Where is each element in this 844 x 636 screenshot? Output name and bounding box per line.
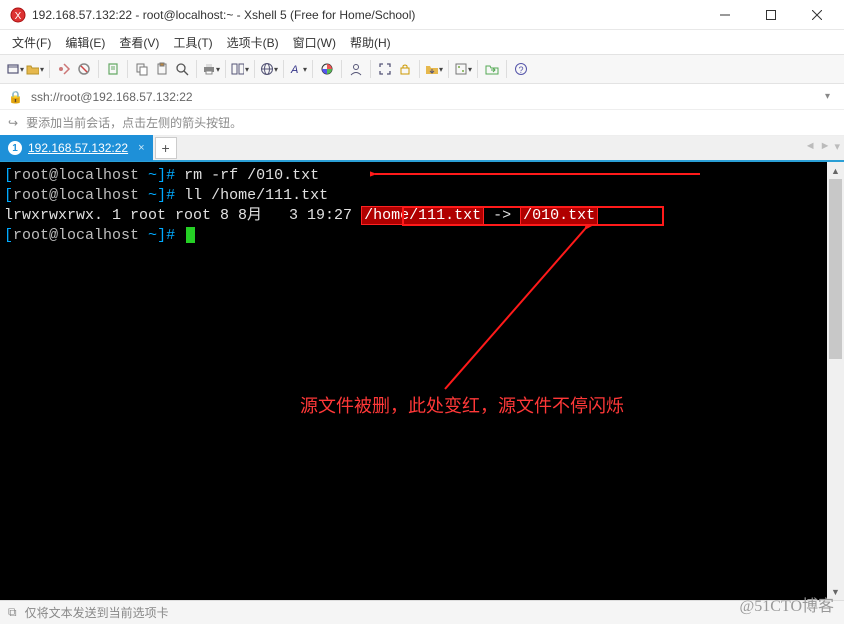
tab-menu-icon[interactable]: ▾	[834, 140, 840, 153]
title-bar: X 192.168.57.132:22 - root@localhost:~ -…	[0, 0, 844, 30]
terminal[interactable]: [root@localhost ~]# rm -rf /010.txt [roo…	[0, 162, 844, 600]
scroll-thumb[interactable]	[829, 179, 842, 359]
broken-link-source: /home/111.txt	[361, 206, 484, 225]
svg-text:?: ?	[518, 65, 523, 75]
status-text: 仅将文本发送到当前选项卡	[25, 604, 169, 621]
address-bar[interactable]: 🔒 ssh://root@192.168.57.132:22 ▾	[0, 84, 844, 110]
separator	[98, 60, 99, 78]
new-session-icon[interactable]	[6, 60, 24, 78]
color-icon[interactable]	[318, 60, 336, 78]
separator	[49, 60, 50, 78]
separator	[254, 60, 255, 78]
tab-index-badge: 1	[8, 141, 22, 155]
separator	[370, 60, 371, 78]
help-icon[interactable]: ?	[512, 60, 530, 78]
window-title: 192.168.57.132:22 - root@localhost:~ - X…	[32, 8, 702, 22]
copy-icon[interactable]	[133, 60, 151, 78]
properties-icon[interactable]	[104, 60, 122, 78]
close-button[interactable]	[794, 1, 840, 29]
encoding-icon[interactable]	[260, 60, 278, 78]
new-tab-button[interactable]: +	[155, 137, 177, 159]
tip-bar: ↪ 要添加当前会话，点击左侧的箭头按钮。	[0, 110, 844, 136]
transfer-icon[interactable]	[425, 60, 443, 78]
menu-edit[interactable]: 编辑(E)	[59, 32, 111, 53]
menu-file[interactable]: 文件(F)	[6, 32, 57, 53]
paste-icon[interactable]	[153, 60, 171, 78]
separator	[448, 60, 449, 78]
menu-tabs[interactable]: 选项卡(B)	[221, 32, 285, 53]
separator	[127, 60, 128, 78]
separator	[341, 60, 342, 78]
separator	[225, 60, 226, 78]
tip-text: 要添加当前会话，点击左侧的箭头按钮。	[26, 114, 242, 131]
menu-window[interactable]: 窗口(W)	[287, 32, 342, 53]
tab-prev-icon[interactable]: ◄	[805, 140, 816, 153]
fullscreen-icon[interactable]	[376, 60, 394, 78]
separator	[312, 60, 313, 78]
address-dropdown-icon[interactable]: ▾	[819, 91, 836, 102]
separator	[477, 60, 478, 78]
menu-help[interactable]: 帮助(H)	[344, 32, 397, 53]
tab-label: 192.168.57.132:22	[28, 141, 128, 155]
xftp-icon[interactable]	[483, 60, 501, 78]
add-session-icon[interactable]: ↪	[8, 116, 18, 130]
broken-link-target: /010.txt	[520, 206, 598, 225]
terminal-scrollbar[interactable]: ▲ ▼	[827, 162, 844, 600]
menu-bar: 文件(F) 编辑(E) 查看(V) 工具(T) 选项卡(B) 窗口(W) 帮助(…	[0, 30, 844, 54]
script-icon[interactable]	[454, 60, 472, 78]
annotation-text: 源文件被删，此处变红，源文件不停闪烁	[300, 392, 624, 418]
lock-icon[interactable]	[396, 60, 414, 78]
disconnect-icon[interactable]	[75, 60, 93, 78]
session-tab[interactable]: 1 192.168.57.132:22 ×	[0, 135, 153, 161]
separator	[196, 60, 197, 78]
separator	[419, 60, 420, 78]
input-mode-icon[interactable]: ⧉	[8, 605, 17, 620]
tab-next-icon[interactable]: ►	[820, 140, 831, 153]
terminal-content: [root@localhost ~]# rm -rf /010.txt [roo…	[0, 162, 844, 250]
menu-tools[interactable]: 工具(T)	[167, 32, 218, 53]
tab-bar: 1 192.168.57.132:22 × + ◄ ► ▾	[0, 136, 844, 162]
toolbar: A ?	[0, 54, 844, 84]
tab-close-icon[interactable]: ×	[138, 142, 144, 154]
menu-view[interactable]: 查看(V)	[113, 32, 165, 53]
separator	[506, 60, 507, 78]
app-icon: X	[10, 7, 26, 23]
svg-text:A: A	[290, 64, 298, 76]
maximize-button[interactable]	[748, 1, 794, 29]
terminal-cursor	[186, 227, 195, 243]
session-url: ssh://root@192.168.57.132:22	[31, 90, 819, 104]
layout-icon[interactable]	[231, 60, 249, 78]
lock-status-icon: 🔒	[8, 90, 23, 104]
separator	[283, 60, 284, 78]
svg-text:X: X	[15, 11, 22, 22]
watermark: @51CTO博客	[740, 592, 834, 616]
font-icon[interactable]: A	[289, 60, 307, 78]
find-icon[interactable]	[173, 60, 191, 78]
print-icon[interactable]	[202, 60, 220, 78]
status-bar: ⧉ 仅将文本发送到当前选项卡	[0, 600, 844, 624]
open-folder-icon[interactable]	[26, 60, 44, 78]
minimize-button[interactable]	[702, 1, 748, 29]
reconnect-icon[interactable]	[55, 60, 73, 78]
scroll-up-icon[interactable]: ▲	[827, 162, 844, 179]
user-icon[interactable]	[347, 60, 365, 78]
